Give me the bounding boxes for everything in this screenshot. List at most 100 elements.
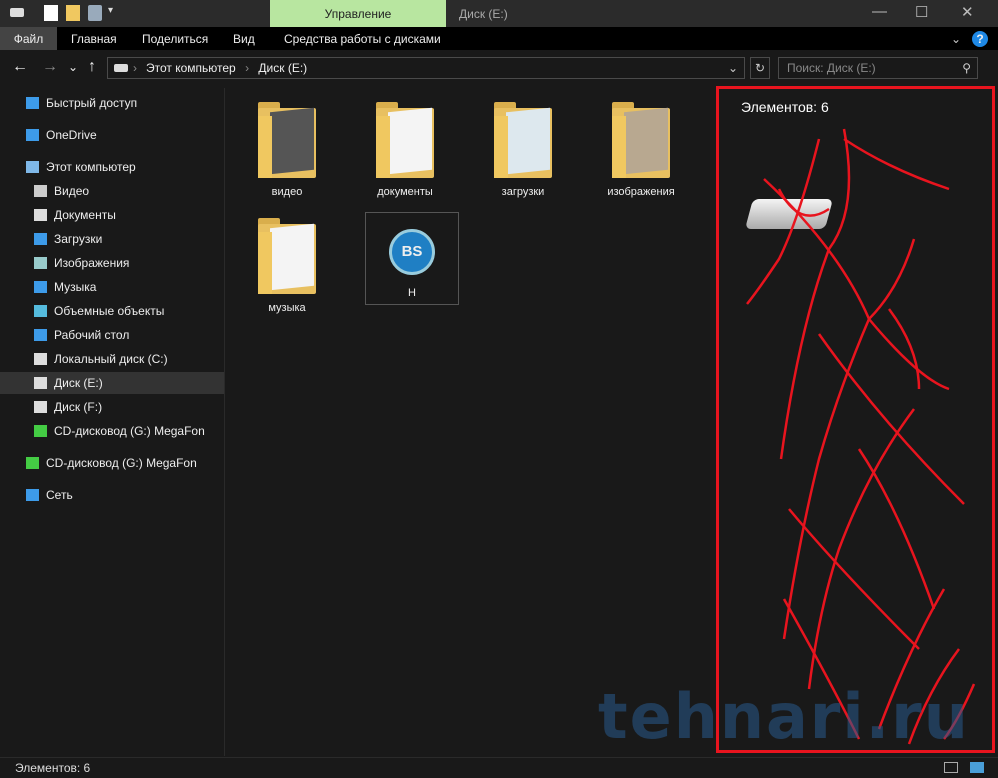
item-label: видео: [271, 186, 303, 198]
drive-icon[interactable]: [10, 8, 24, 17]
sidebar-item-label: CD-дисковод (G:) MegaFon: [54, 424, 205, 438]
sidebar-item-quick-access[interactable]: Быстрый доступ: [0, 92, 224, 114]
sidebar-item-label: Изображения: [54, 256, 130, 270]
sidebar-item-label: Загрузки: [54, 232, 103, 246]
red-scribble-annotation: [746, 128, 976, 745]
recycle-icon[interactable]: [88, 5, 102, 21]
file-h[interactable]: BS H: [365, 212, 459, 305]
sidebar-item-3d-objects[interactable]: Объемные объекты: [0, 300, 224, 322]
sidebar-item-desktop[interactable]: Рабочий стол: [0, 324, 224, 346]
sidebar-item-label: CD-дисковод (G:) MegaFon: [46, 456, 197, 470]
folder-documents[interactable]: документы: [358, 102, 452, 198]
sidebar-item-label: Диск (F:): [54, 400, 103, 414]
sidebar-item-downloads[interactable]: Загрузки: [0, 228, 224, 250]
up-button[interactable]: ↑: [88, 58, 96, 76]
sidebar-item-label: Локальный диск (C:): [54, 352, 168, 366]
breadcrumb-this-pc[interactable]: Этот компьютер: [146, 61, 236, 75]
sidebar-item-label: Диск (E:): [54, 376, 103, 390]
folder-icon: [374, 102, 436, 178]
sidebar-item-disk-e[interactable]: Диск (E:): [0, 372, 224, 394]
quick-access-icon: [26, 97, 39, 109]
address-dropdown-icon[interactable]: ⌄: [728, 58, 738, 78]
images-icon: [34, 257, 47, 269]
3d-objects-icon: [34, 305, 47, 317]
ribbon: Файл Главная Поделиться Вид Средства раб…: [0, 27, 998, 50]
search-placeholder: Поиск: Диск (E:): [787, 61, 876, 75]
details-pane: Элементов: 6: [716, 86, 995, 753]
folder-music[interactable]: музыка: [240, 218, 334, 314]
sidebar-item-cd-drive-g-root[interactable]: CD-дисковод (G:) MegaFon: [0, 452, 224, 474]
sidebar-item-documents[interactable]: Документы: [0, 204, 224, 226]
downloads-icon: [34, 233, 47, 245]
tab-home[interactable]: Главная: [71, 27, 117, 50]
desktop-icon: [34, 329, 47, 341]
status-item-count: Элементов: 6: [15, 761, 91, 775]
item-label: загрузки: [501, 186, 545, 198]
sidebar-item-cd-drive-g[interactable]: CD-дисковод (G:) MegaFon: [0, 420, 224, 442]
maximize-button[interactable]: ☐: [915, 3, 928, 21]
forward-button[interactable]: →: [42, 58, 58, 76]
address-bar[interactable]: › Этот компьютер › Диск (E:) ⌄: [107, 57, 745, 79]
folder-images[interactable]: изображения: [594, 102, 688, 198]
local-disk-c-icon: [34, 353, 47, 365]
sidebar-item-label: Видео: [54, 184, 90, 198]
folder-icon: [610, 102, 672, 178]
search-input[interactable]: Поиск: Диск (E:) ⚲: [778, 57, 978, 79]
tab-view[interactable]: Вид: [233, 27, 255, 50]
folder-icon: [256, 102, 318, 178]
recent-locations-button[interactable]: ⌄: [68, 60, 78, 74]
sidebar-item-disk-f[interactable]: Диск (F:): [0, 396, 224, 418]
window-title: Диск (E:): [459, 7, 508, 21]
music-icon: [34, 281, 47, 293]
sidebar-item-label: Документы: [54, 208, 116, 222]
breadcrumb-separator: ›: [245, 61, 250, 75]
breadcrumb-separator: ›: [133, 61, 137, 75]
search-icon: ⚲: [962, 61, 971, 75]
network-icon: [26, 489, 39, 501]
folder-video[interactable]: видео: [240, 102, 334, 198]
sidebar-item-onedrive[interactable]: OneDrive: [0, 124, 224, 146]
disk-e-icon: [34, 377, 47, 389]
back-button[interactable]: ←: [12, 58, 28, 76]
title-bar: ▾ Управление Диск (E:) — ☐ ✕: [0, 0, 998, 27]
drive-icon: [114, 64, 128, 72]
cd-drive-g-root-icon: [26, 457, 39, 469]
properties-icon[interactable]: [44, 5, 58, 21]
sidebar-item-this-pc[interactable]: Этот компьютер: [0, 156, 224, 178]
breadcrumb-disk-e[interactable]: Диск (E:): [258, 61, 307, 75]
customize-toolbar-icon[interactable]: ▾: [108, 5, 122, 21]
folder-downloads[interactable]: загрузки: [476, 102, 570, 198]
sidebar-item-music[interactable]: Музыка: [0, 276, 224, 298]
onedrive-icon: [26, 129, 39, 141]
help-icon[interactable]: ?: [972, 31, 988, 47]
large-icons-view-icon[interactable]: [970, 762, 984, 773]
refresh-button[interactable]: ↻: [750, 57, 770, 79]
sidebar-item-label: OneDrive: [46, 128, 97, 142]
sidebar-item-network[interactable]: Сеть: [0, 484, 224, 506]
file-list: видео документы загрузки изображения муз…: [228, 88, 715, 756]
new-folder-icon[interactable]: [66, 5, 80, 21]
manage-context-tab[interactable]: Управление: [270, 0, 446, 27]
videos-icon: [34, 185, 47, 197]
folder-icon: [492, 102, 554, 178]
disk-f-icon: [34, 401, 47, 413]
sidebar-item-images[interactable]: Изображения: [0, 252, 224, 274]
this-pc-icon: [26, 161, 39, 173]
documents-icon: [34, 209, 47, 221]
sidebar-item-videos[interactable]: Видео: [0, 180, 224, 202]
expand-ribbon-icon[interactable]: ⌄: [951, 27, 961, 50]
tab-disk-tools[interactable]: Средства работы с дисками: [284, 27, 441, 50]
status-bar: Элементов: 6: [0, 757, 998, 777]
bluestacks-app-icon: BS: [389, 229, 435, 275]
sidebar-item-label: Музыка: [54, 280, 97, 294]
sidebar-item-label: Этот компьютер: [46, 160, 136, 174]
tab-share[interactable]: Поделиться: [142, 27, 208, 50]
sidebar-item-local-disk-c[interactable]: Локальный диск (C:): [0, 348, 224, 370]
sidebar-item-label: Рабочий стол: [54, 328, 130, 342]
details-view-icon[interactable]: [944, 762, 958, 773]
minimize-button[interactable]: —: [872, 3, 887, 20]
item-label: музыка: [268, 302, 306, 314]
tab-file[interactable]: Файл: [0, 27, 57, 50]
close-button[interactable]: ✕: [961, 3, 974, 21]
folder-icon: [256, 218, 318, 294]
